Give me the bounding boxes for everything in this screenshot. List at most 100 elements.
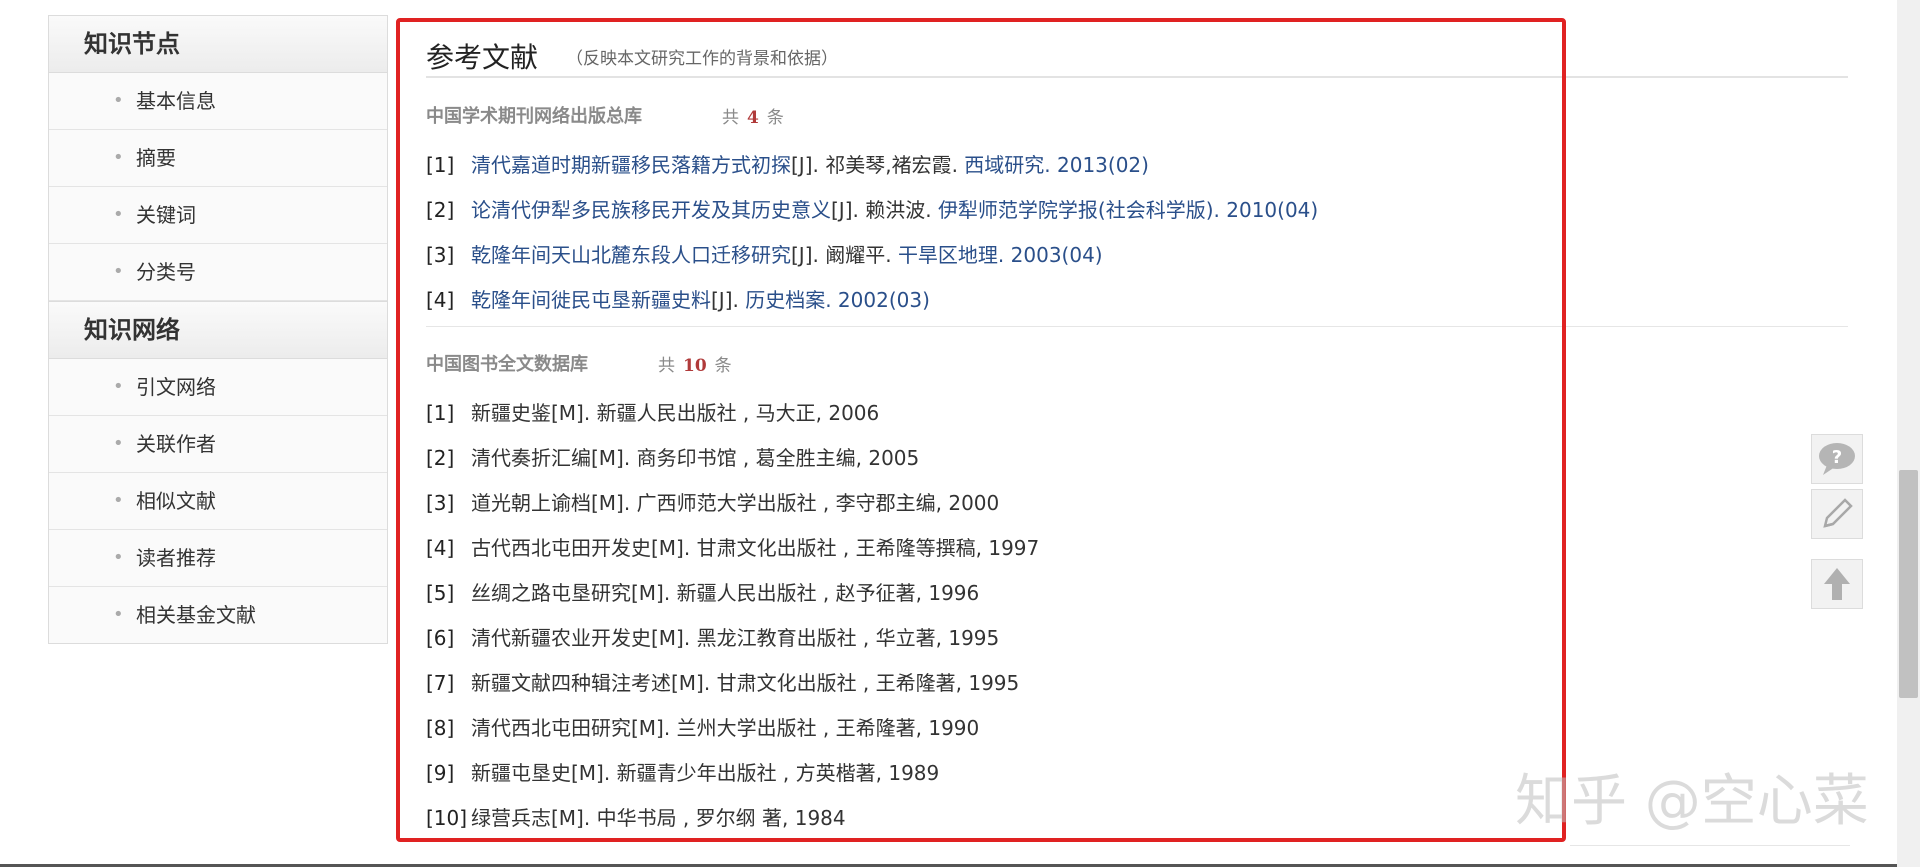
scrollbar-track[interactable] — [1897, 0, 1920, 867]
count-prefix: 共 — [722, 108, 739, 128]
list-item: [3] 乾隆年间天山北麓东段人口迁移研究[J]. 阚耀平. 干旱区地理. 2003… — [426, 239, 1103, 268]
ref-number: [4] — [426, 288, 455, 312]
edit-button[interactable] — [1811, 489, 1863, 539]
ref-text: 清代新疆农业开发史[M]. 黑龙江教育出版社 , 华立著, 1995 — [471, 626, 1000, 650]
ref-meta: [J]. — [711, 288, 746, 312]
count-prefix: 共 — [658, 356, 675, 376]
sidebar-item-label: 摘要 — [136, 146, 176, 170]
ref-text: 清代奏折汇编[M]. 商务印书馆 , 葛全胜主编, 2005 — [471, 446, 920, 470]
sidebar-item-abstract[interactable]: • 摘要 — [49, 130, 387, 187]
list-item: [10] 绿营兵志[M]. 中华书局 , 罗尔纲 著, 1984 — [426, 802, 846, 831]
ref-number: [6] — [426, 626, 455, 650]
db-journal-count: 共4条 — [722, 103, 784, 128]
ref-source-link[interactable]: 干旱区地理. 2003(04) — [898, 243, 1103, 267]
sidebar-item-fund-docs[interactable]: • 相关基金文献 — [49, 587, 387, 643]
list-item: [2] 清代奏折汇编[M]. 商务印书馆 , 葛全胜主编, 2005 — [426, 442, 919, 471]
page-subtitle: （反映本文研究工作的背景和依据） — [566, 49, 838, 69]
svg-text:?: ? — [1832, 447, 1842, 468]
sidebar-item-classification[interactable]: • 分类号 — [49, 244, 387, 301]
ref-number: [3] — [426, 243, 455, 267]
bullet-icon: • — [113, 376, 124, 397]
sidebar-item-label: 关联作者 — [136, 432, 216, 456]
list-item: [4] 乾隆年间徙民屯垦新疆史料[J]. 历史档案. 2002(03) — [426, 284, 930, 313]
bullet-icon: • — [113, 490, 124, 511]
sidebar-item-label: 分类号 — [136, 260, 196, 284]
sidebar-section-knowledge-network: 知识网络 — [49, 301, 387, 359]
sidebar-item-label: 引文网络 — [136, 375, 216, 399]
ref-meta: [J]. 祁美琴,褚宏霞. — [791, 153, 965, 177]
ref-title-link[interactable]: 论清代伊犁多民族移民开发及其历史意义 — [471, 198, 831, 222]
ref-number: [4] — [426, 536, 455, 560]
ref-number: [2] — [426, 446, 455, 470]
db-books-count: 共 10 条 — [658, 351, 732, 376]
bullet-icon: • — [113, 547, 124, 568]
knowledge-sidebar: 知识节点 • 基本信息 • 摘要 • 关键词 • 分类号 知识网络 • 引文网络 • 关联作… — [48, 15, 388, 644]
list-item: [5] 丝绸之路屯垦研究[M]. 新疆人民出版社 , 赵予征著, 1996 — [426, 577, 979, 606]
list-item: [8] 清代西北屯田研究[M]. 兰州大学出版社 , 王希隆著, 1990 — [426, 712, 979, 741]
list-item: [7] 新疆文献四种辑注考述[M]. 甘肃文化出版社 , 王希隆著, 1995 — [426, 667, 1019, 696]
bullet-icon: • — [113, 433, 124, 454]
ref-number: [2] — [426, 198, 455, 222]
count-suffix: 条 — [714, 356, 732, 376]
bullet-icon: • — [113, 261, 124, 282]
ref-number: [3] — [426, 491, 455, 515]
sidebar-item-keywords[interactable]: • 关键词 — [49, 187, 387, 244]
count-value: 4 — [747, 108, 759, 128]
sidebar-item-label: 相似文献 — [136, 489, 216, 513]
ref-title-link[interactable]: 乾隆年间徙民屯垦新疆史料 — [471, 288, 711, 312]
ref-number: [1] — [426, 401, 455, 425]
sidebar-item-label: 关键词 — [136, 203, 196, 227]
section-divider — [426, 326, 1848, 327]
count-suffix: 条 — [766, 108, 784, 128]
ref-meta: [J]. 赖洪波. — [831, 198, 938, 222]
feedback-button[interactable]: ? — [1811, 434, 1863, 484]
title-divider — [426, 76, 1848, 78]
ref-text: 新疆史鉴[M]. 新疆人民出版社 , 马大正, 2006 — [471, 401, 880, 425]
sidebar-item-basic-info[interactable]: • 基本信息 — [49, 73, 387, 130]
list-item: [9] 新疆屯垦史[M]. 新疆青少年出版社 , 方英楷著, 1989 — [426, 757, 939, 786]
list-item: [2] 论清代伊犁多民族移民开发及其历史意义[J]. 赖洪波. 伊犁师范学院学报(… — [426, 194, 1318, 223]
sidebar-item-label: 读者推荐 — [136, 546, 216, 570]
list-item: [3] 道光朝上谕档[M]. 广西师范大学出版社 , 李守郡主编, 2000 — [426, 487, 999, 516]
ref-source-link[interactable]: 西域研究. 2013(02) — [964, 153, 1149, 177]
bullet-icon: • — [113, 204, 124, 225]
db-journal-heading: 中国学术期刊网络出版总库 — [426, 106, 642, 127]
ref-source-link[interactable]: 历史档案. 2002(03) — [745, 288, 930, 312]
ref-text: 绿营兵志[M]. 中华书局 , 罗尔纲 著, 1984 — [471, 806, 846, 830]
ref-text: 丝绸之路屯垦研究[M]. 新疆人民出版社 , 赵予征著, 1996 — [471, 581, 980, 605]
sidebar-item-similar-docs[interactable]: • 相似文献 — [49, 473, 387, 530]
list-item: [1] 新疆史鉴[M]. 新疆人民出版社 , 马大正, 2006 — [426, 397, 879, 426]
ref-text: 新疆文献四种辑注考述[M]. 甘肃文化出版社 , 王希隆著, 1995 — [471, 671, 1020, 695]
sidebar-item-reader-recommend[interactable]: • 读者推荐 — [49, 530, 387, 587]
ref-title-link[interactable]: 清代嘉道时期新疆移民落籍方式初探 — [471, 153, 791, 177]
ref-meta: [J]. 阚耀平. — [791, 243, 898, 267]
sidebar-section-knowledge-nodes: 知识节点 — [49, 16, 387, 73]
pencil-icon — [1823, 498, 1853, 528]
ref-source-link[interactable]: 伊犁师范学院学报(社会科学版). 2010(04) — [938, 198, 1318, 222]
bullet-icon: • — [113, 147, 124, 168]
bullet-icon: • — [113, 90, 124, 111]
ref-text: 清代西北屯田研究[M]. 兰州大学出版社 , 王希隆著, 1990 — [471, 716, 980, 740]
ref-number: [5] — [426, 581, 455, 605]
ref-text: 古代西北屯田开发史[M]. 甘肃文化出版社 , 王希隆等撰稿, 1997 — [471, 536, 1040, 560]
ref-number: [8] — [426, 716, 455, 740]
list-item: [4] 古代西北屯田开发史[M]. 甘肃文化出版社 , 王希隆等撰稿, 1997 — [426, 532, 1039, 561]
sidebar-item-citation-network[interactable]: • 引文网络 — [49, 359, 387, 416]
count-value: 10 — [683, 356, 707, 376]
ref-text: 新疆屯垦史[M]. 新疆青少年出版社 , 方英楷著, 1989 — [471, 761, 940, 785]
ref-text: 道光朝上谕档[M]. 广西师范大学出版社 , 李守郡主编, 2000 — [471, 491, 1000, 515]
scrollbar-thumb[interactable] — [1899, 470, 1918, 698]
section-divider — [1570, 845, 1850, 846]
arrow-up-icon — [1824, 568, 1850, 600]
question-bubble-icon: ? — [1819, 443, 1855, 475]
bullet-icon: • — [113, 604, 124, 625]
sidebar-item-label: 相关基金文献 — [136, 603, 256, 627]
ref-number: [1] — [426, 153, 455, 177]
back-to-top-button[interactable] — [1811, 559, 1863, 609]
sidebar-item-related-authors[interactable]: • 关联作者 — [49, 416, 387, 473]
db-books-heading: 中国图书全文数据库 — [426, 354, 588, 375]
sidebar-item-label: 基本信息 — [136, 89, 216, 113]
ref-title-link[interactable]: 乾隆年间天山北麓东段人口迁移研究 — [471, 243, 791, 267]
ref-number: [9] — [426, 761, 455, 785]
list-item: [1] 清代嘉道时期新疆移民落籍方式初探[J]. 祁美琴,褚宏霞. 西域研究. 2… — [426, 149, 1149, 178]
